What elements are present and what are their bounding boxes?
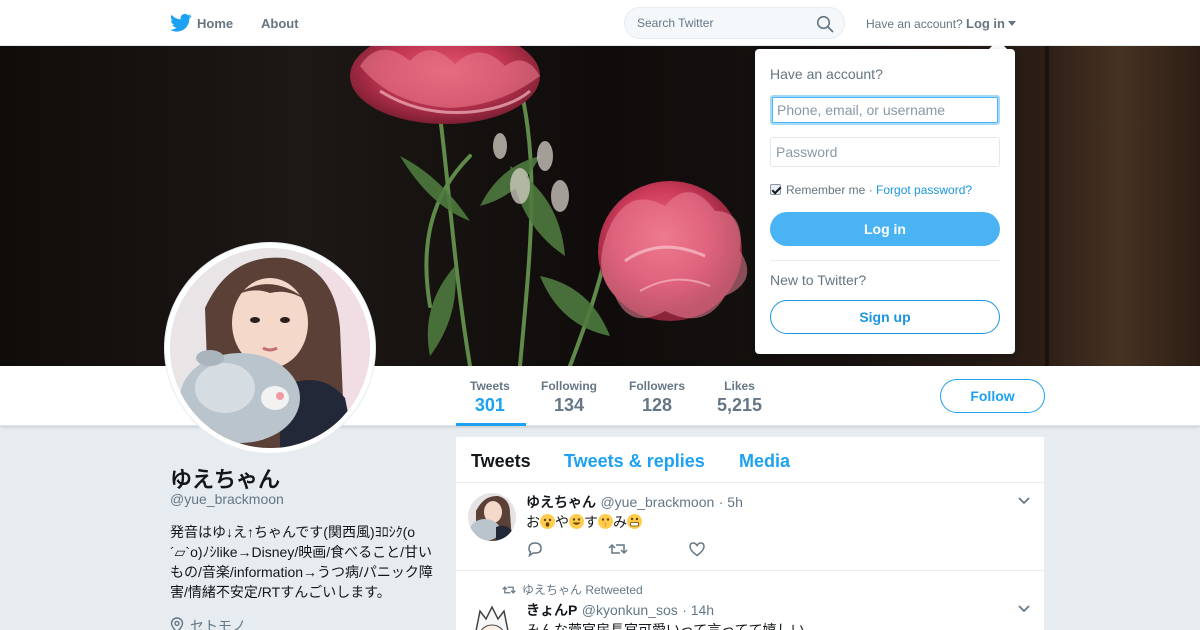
stat-value: 5,215 bbox=[717, 395, 763, 415]
timeline: Tweets Tweets & replies Media ゆえちゃん @yue… bbox=[456, 437, 1044, 630]
chevron-down-icon bbox=[1008, 21, 1016, 26]
profile-bio: 発音はゆ↓え↑ちゃんです(関西風)ﾖﾛｼｸ(o´▱`o)ﾉｼlike→Disne… bbox=[170, 524, 433, 600]
retweet-context-text[interactable]: ゆえちゃん Retweeted bbox=[522, 583, 643, 597]
location-pin-icon bbox=[170, 617, 184, 630]
tweet-avatar[interactable] bbox=[468, 601, 516, 630]
tweet-header: ゆえちゃん @yue_brackmoon · 5h bbox=[526, 492, 743, 512]
stat-followers[interactable]: Followers 128 bbox=[629, 379, 685, 416]
tweet-text-part: す bbox=[584, 514, 598, 530]
login-dropdown: Have an account? Remember me · Forgot pa… bbox=[755, 49, 1015, 354]
tweet-text-part: お bbox=[526, 514, 540, 530]
dropdown-caret bbox=[989, 40, 1007, 49]
tweet-text-part: み bbox=[613, 514, 627, 530]
chevron-down-icon[interactable] bbox=[1018, 497, 1030, 505]
nav-about-link[interactable]: About bbox=[261, 16, 299, 31]
chevron-down-icon[interactable] bbox=[1018, 605, 1030, 613]
search-box[interactable]: Search Twitter bbox=[624, 7, 845, 39]
tweet-timestamp[interactable]: · 5h bbox=[719, 494, 743, 510]
grinning-face-emoji-icon bbox=[569, 514, 584, 529]
stat-label: Following bbox=[541, 379, 597, 393]
tweet-text: みんな菅官房長官可愛いって言ってて嬉しい bbox=[526, 622, 805, 630]
profile-handle[interactable]: @yue_brackmoon bbox=[170, 491, 284, 507]
profile-name[interactable]: ゆえちゃん bbox=[170, 462, 280, 494]
avatar-photo bbox=[170, 248, 370, 448]
twitter-bird-icon[interactable] bbox=[170, 13, 192, 33]
tweet-header: きょんP @kyonkun_sos · 14h bbox=[526, 600, 714, 620]
heart-icon[interactable] bbox=[688, 541, 706, 557]
tweet-item[interactable]: ゆえちゃん Retweeted きょんP @kyonkun_sos · 14h … bbox=[456, 571, 1044, 630]
signup-button[interactable]: Sign up bbox=[770, 300, 1000, 334]
tweet-text-part: や bbox=[555, 514, 569, 530]
stat-label: Followers bbox=[629, 379, 686, 393]
timeline-tabs: Tweets Tweets & replies Media bbox=[456, 437, 1044, 483]
active-tab-indicator bbox=[456, 423, 526, 426]
tweet-item[interactable]: ゆえちゃん @yue_brackmoon · 5h おやすみ bbox=[456, 483, 1044, 571]
tab-media[interactable]: Media bbox=[739, 451, 790, 472]
tweet-author-handle[interactable]: @yue_brackmoon bbox=[600, 494, 714, 510]
search-icon[interactable] bbox=[816, 15, 834, 33]
tweet-timestamp[interactable]: · 14h bbox=[682, 602, 714, 618]
forgot-password-link[interactable]: Forgot password? bbox=[876, 183, 972, 197]
remember-me-label[interactable]: Remember me · bbox=[786, 183, 873, 197]
tab-tweets-and-replies[interactable]: Tweets & replies bbox=[564, 451, 705, 472]
nav-home-link[interactable]: Home bbox=[197, 16, 233, 31]
username-field[interactable] bbox=[770, 95, 1000, 125]
follow-button[interactable]: Follow bbox=[940, 379, 1045, 413]
tweet-author-name[interactable]: きょんP bbox=[526, 602, 577, 618]
login-dropdown-toggle[interactable]: Log in bbox=[966, 16, 1016, 31]
stat-value: 134 bbox=[553, 395, 585, 415]
tweet-text: おやすみ bbox=[526, 512, 642, 532]
remember-me-row: Remember me · Forgot password? bbox=[770, 183, 972, 197]
stat-value: 301 bbox=[474, 395, 505, 415]
have-account-text: Have an account? bbox=[866, 17, 963, 31]
divider bbox=[770, 260, 1000, 261]
profile-location: セトモノ bbox=[170, 616, 246, 630]
tweet-avatar[interactable] bbox=[468, 493, 516, 541]
stat-following[interactable]: Following 134 bbox=[541, 379, 597, 416]
tweet-author-name[interactable]: ゆえちゃん bbox=[526, 494, 596, 510]
new-to-twitter-text: New to Twitter? bbox=[770, 272, 867, 288]
login-link-label: Log in bbox=[966, 16, 1005, 31]
stat-label: Tweets bbox=[470, 379, 510, 393]
remember-me-checkbox[interactable] bbox=[770, 184, 781, 195]
stat-tweets[interactable]: Tweets 301 bbox=[470, 379, 510, 416]
retweet-context: ゆえちゃん Retweeted bbox=[502, 581, 643, 598]
retweet-icon[interactable] bbox=[608, 541, 628, 557]
password-field[interactable] bbox=[770, 137, 1000, 167]
astonished-face-emoji-icon bbox=[540, 514, 555, 529]
stat-value: 128 bbox=[641, 395, 673, 415]
tweet-author-handle[interactable]: @kyonkun_sos bbox=[582, 602, 678, 618]
retweet-small-icon bbox=[502, 586, 516, 594]
tab-tweets[interactable]: Tweets bbox=[471, 451, 531, 472]
shushing-face-emoji-icon bbox=[598, 514, 613, 529]
stat-likes[interactable]: Likes 5,215 bbox=[717, 379, 762, 416]
profile-avatar[interactable] bbox=[165, 243, 375, 453]
dropdown-title: Have an account? bbox=[770, 66, 883, 82]
stat-label: Likes bbox=[724, 379, 755, 393]
location-text: セトモノ bbox=[190, 618, 246, 630]
grimacing-face-emoji-icon bbox=[627, 514, 642, 529]
search-input[interactable]: Search Twitter bbox=[637, 16, 713, 30]
reply-icon[interactable] bbox=[526, 541, 544, 557]
login-button[interactable]: Log in bbox=[770, 212, 1000, 246]
top-navigation-bar: Home About Search Twitter Have an accoun… bbox=[0, 0, 1200, 46]
